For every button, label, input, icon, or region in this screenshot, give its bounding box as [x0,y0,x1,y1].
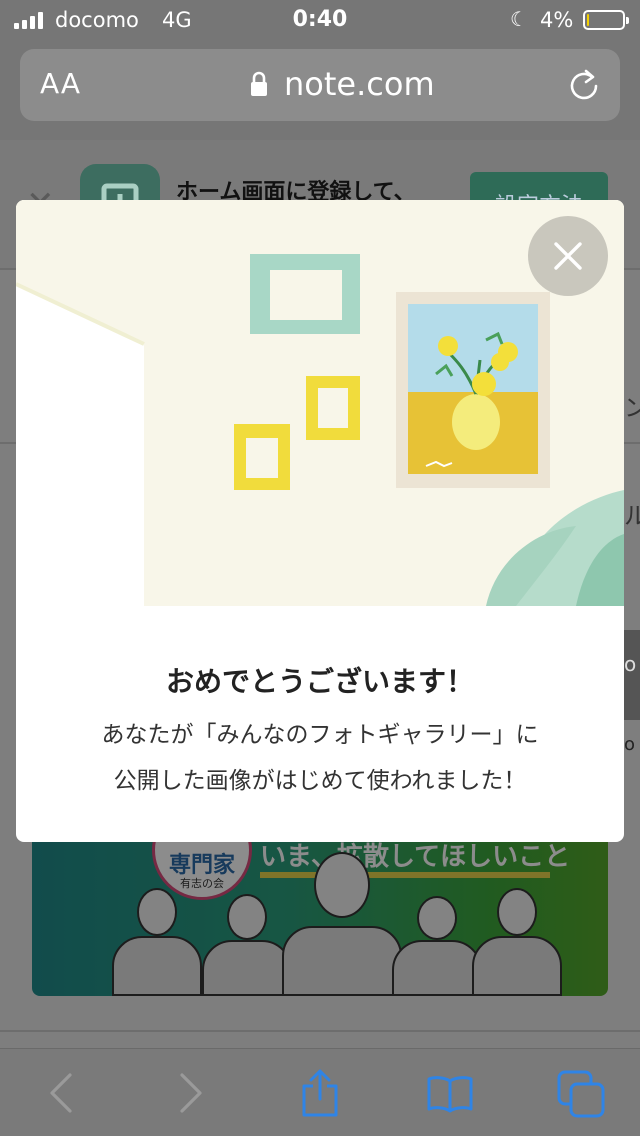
person-illustration [202,894,292,996]
status-bar: docomo 4G 0:40 ☾ 4% [0,0,640,40]
article-thumbnail[interactable]: 専門家 有志の会 いま、拡散してほしいこと [32,830,608,996]
side-text-fragment: ル [624,502,640,530]
modal-close-button[interactable] [528,216,608,296]
browser-toolbar [0,1048,640,1136]
side-text-fragment: o [624,734,636,755]
share-icon[interactable] [296,1069,344,1117]
congrats-modal: おめでとうございます！ あなたが「みんなのフォトギャラリー」に 公開した画像がは… [16,200,624,842]
side-text-fragment: o [624,652,637,676]
person-illustration [472,888,562,996]
back-icon[interactable] [38,1069,86,1117]
tabs-icon[interactable] [556,1069,606,1119]
side-text-fragment: ン [624,394,640,422]
browser-chrome: docomo 4G 0:40 ☾ 4% AA note.com [0,0,640,140]
modal-message-line: あなたが「みんなのフォトギャラリー」に [101,722,539,748]
battery-level [587,14,589,26]
person-illustration [112,888,202,996]
text-size-label: AA [40,67,82,100]
modal-message: あなたが「みんなのフォトギャラリー」に 公開した画像がはじめて使われました！ [16,712,624,804]
battery-percentage: 4% [540,8,574,32]
modal-message-line: 公開した画像がはじめて使われました！ [113,768,527,794]
badge-subtitle: 有志の会 [180,877,224,890]
modal-title: おめでとうございます！ [165,665,474,698]
text-size-button[interactable]: AA [40,67,81,100]
person-illustration [282,852,402,996]
address-bar[interactable]: AA note.com [20,49,620,121]
url-text[interactable]: note.com [284,65,435,103]
close-icon [554,242,582,270]
do-not-disturb-icon: ☾ [510,7,528,31]
reload-icon[interactable] [566,67,602,103]
forward-icon[interactable] [166,1069,214,1117]
headline-underline [260,872,550,878]
divider [0,1030,640,1032]
bookmarks-icon[interactable] [426,1069,474,1117]
lock-icon [251,71,267,96]
person-illustration [392,896,482,996]
battery-icon [583,10,629,30]
